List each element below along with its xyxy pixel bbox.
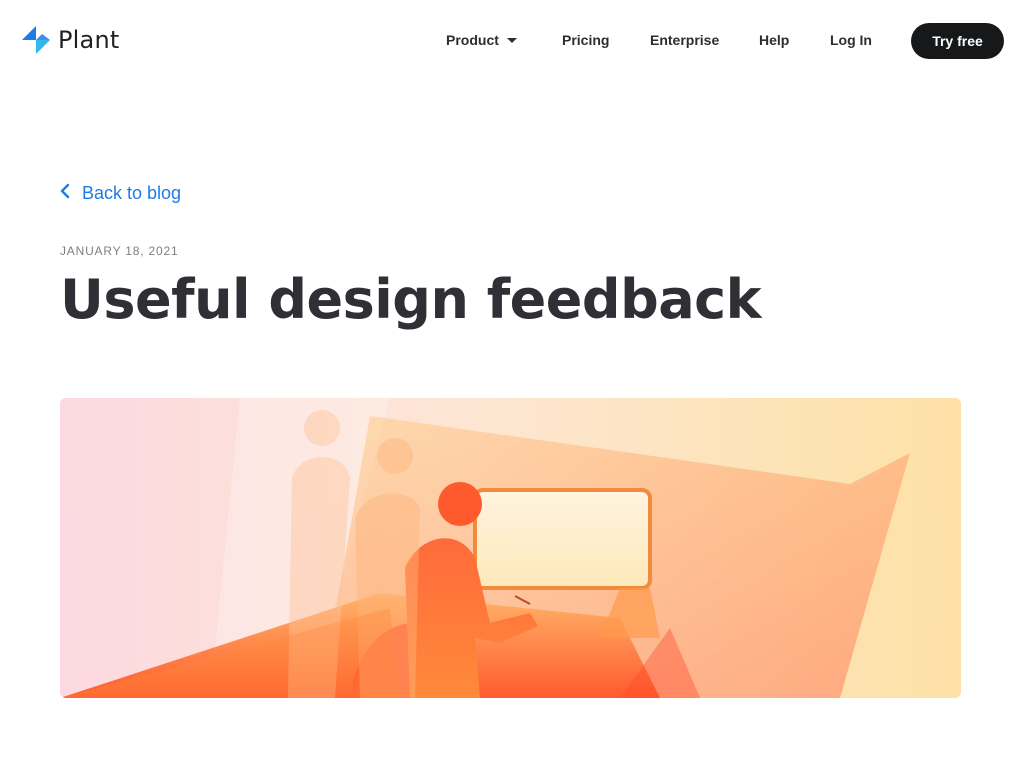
caret-down-icon [506,38,517,43]
chevron-left-icon [60,183,82,204]
try-free-button[interactable]: Try free [911,23,1004,59]
back-to-blog-label: Back to blog [82,183,182,203]
back-to-blog-link[interactable]: Back to blog [60,183,181,204]
post-title: Useful design feedback [60,268,762,331]
site-header: Plant Product Pricing Enterprise Help Lo… [0,0,1024,82]
nav-help[interactable]: Help [759,32,789,48]
nav-login[interactable]: Log In [830,32,872,48]
main-nav: Product Pricing Enterprise Help Log In T… [0,0,1024,82]
nav-product-label: Product [446,32,499,48]
nav-pricing[interactable]: Pricing [562,32,609,48]
hero-illustration [60,398,961,698]
nav-product[interactable]: Product [446,32,517,48]
post-date: JANUARY 18, 2021 [60,244,179,258]
nav-enterprise[interactable]: Enterprise [650,32,719,48]
